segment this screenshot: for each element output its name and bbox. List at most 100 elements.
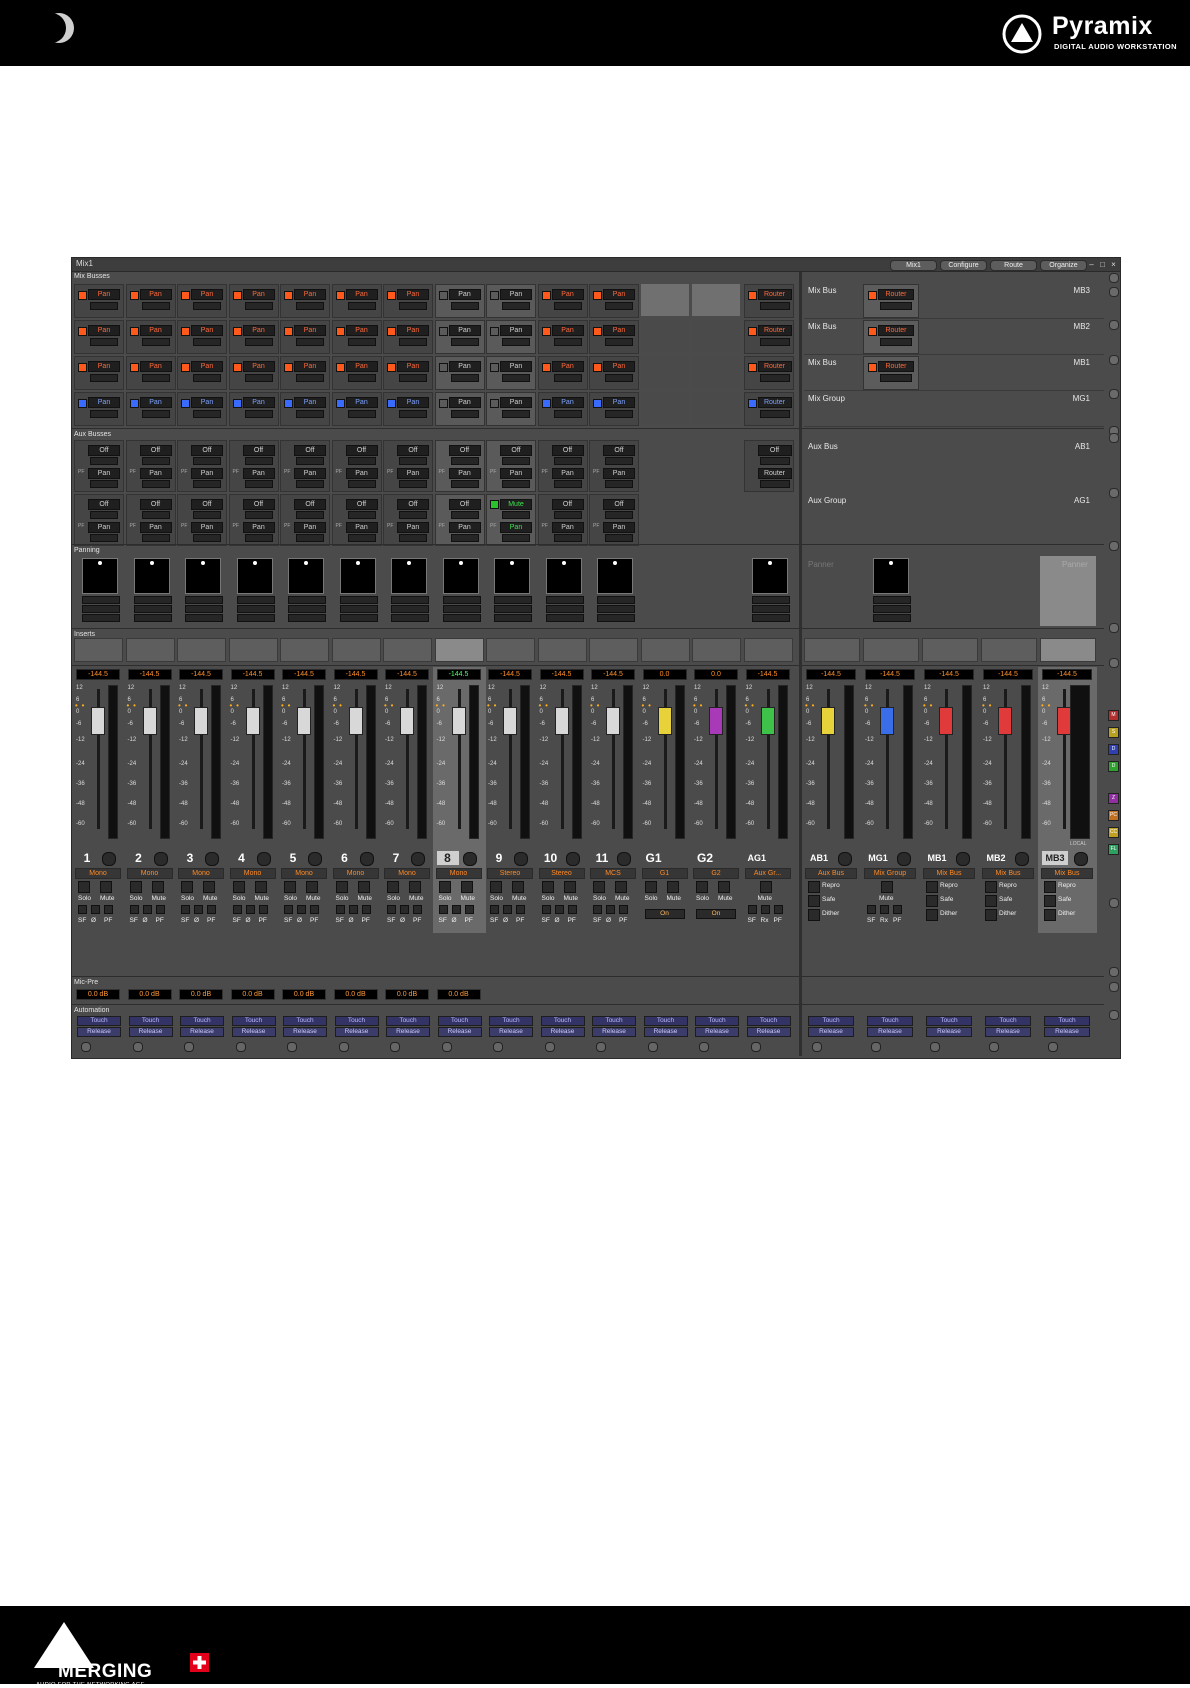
aux-pan-knob[interactable] <box>90 480 118 488</box>
automation-release-button[interactable]: Release <box>437 1027 482 1037</box>
mic-pre-gain[interactable]: 0.0 dB <box>179 989 223 1000</box>
pan-button[interactable]: Pan <box>191 289 223 300</box>
pan-knob[interactable] <box>244 302 273 310</box>
aux-pan-knob[interactable] <box>347 480 376 488</box>
aux-pan-knob[interactable] <box>244 480 273 488</box>
insert-slot[interactable] <box>692 638 741 662</box>
mute-button[interactable] <box>409 881 421 893</box>
minimize-icon[interactable]: – <box>1087 260 1096 269</box>
safe-button[interactable] <box>926 895 938 907</box>
side-toolbar-icon[interactable]: M <box>1108 710 1119 721</box>
automation-touch-button[interactable]: Touch <box>746 1016 791 1026</box>
solo-button[interactable] <box>696 881 708 893</box>
solo-button[interactable] <box>644 881 657 893</box>
aux-router-button[interactable]: Router <box>757 468 792 479</box>
strip-option-button[interactable] <box>297 905 306 914</box>
automation-release-button[interactable]: Release <box>386 1027 430 1037</box>
aux-pan-button[interactable]: Pan <box>294 468 326 479</box>
strip-option-button[interactable] <box>413 905 422 914</box>
bus-led[interactable] <box>129 399 139 408</box>
record-arm-button[interactable] <box>1074 852 1088 866</box>
pan-knob[interactable] <box>347 374 376 382</box>
bus-led[interactable] <box>181 291 190 300</box>
automation-touch-button[interactable]: Touch <box>489 1016 533 1026</box>
pan-button[interactable]: Pan <box>603 397 635 408</box>
pan-param-slider[interactable] <box>391 596 429 604</box>
pan-knob[interactable] <box>553 302 582 310</box>
pan-param-slider[interactable] <box>597 596 635 604</box>
bus-led[interactable] <box>181 363 190 372</box>
tab-route[interactable]: Route <box>990 260 1037 271</box>
panner-box[interactable] <box>442 558 479 594</box>
insert-slot[interactable] <box>1040 638 1096 662</box>
strip-status-icon[interactable] <box>596 1042 606 1052</box>
aux-pan-knob[interactable] <box>296 534 324 542</box>
pan-button[interactable]: Pan <box>345 361 378 372</box>
strip-option-button[interactable] <box>773 905 783 914</box>
bus-led[interactable] <box>541 363 551 372</box>
automation-release-button[interactable]: Release <box>283 1027 327 1037</box>
aux-off-button[interactable]: Off <box>294 499 326 510</box>
aux-pan-knob[interactable] <box>399 534 427 542</box>
fader-handle[interactable] <box>998 707 1012 735</box>
aux-pan-button[interactable]: Pan <box>397 522 429 533</box>
aux-level-knob[interactable] <box>90 457 118 465</box>
pan-knob[interactable] <box>296 374 324 382</box>
pan-param-slider[interactable] <box>391 614 429 622</box>
mute-button[interactable] <box>306 881 318 893</box>
pan-button[interactable]: Pan <box>397 289 429 300</box>
strip-option-button[interactable] <box>760 905 770 914</box>
panner-box[interactable] <box>391 558 427 594</box>
bus-led[interactable] <box>284 399 293 408</box>
pan-position-dot[interactable] <box>767 561 772 565</box>
automation-release-button[interactable]: Release <box>334 1027 379 1037</box>
automation-touch-button[interactable]: Touch <box>180 1016 224 1026</box>
automation-touch-button[interactable]: Touch <box>867 1016 913 1026</box>
aux-pan-button[interactable]: Pan <box>500 468 532 479</box>
automation-release-button[interactable]: Release <box>540 1027 585 1037</box>
insert-slot[interactable] <box>486 638 535 662</box>
strip-status-icon[interactable] <box>493 1042 503 1052</box>
pan-button[interactable]: Pan <box>603 325 635 336</box>
section-toggle-icon[interactable] <box>1109 355 1119 365</box>
record-arm-button[interactable] <box>462 852 477 866</box>
strip-option-button[interactable] <box>400 905 409 914</box>
pan-button[interactable]: Pan <box>448 289 481 300</box>
solo-button[interactable] <box>181 881 193 893</box>
strip-status-icon[interactable] <box>390 1042 400 1052</box>
pan-param-slider[interactable] <box>185 614 223 622</box>
insert-slot[interactable] <box>589 638 638 662</box>
aux-pan-button[interactable]: Pan <box>345 522 378 533</box>
bus-led[interactable] <box>438 399 448 408</box>
mute-button[interactable] <box>100 881 112 893</box>
automation-touch-button[interactable]: Touch <box>592 1016 636 1026</box>
aux-level-knob[interactable] <box>244 511 273 519</box>
strip-status-icon[interactable] <box>235 1042 246 1052</box>
fader-handle[interactable] <box>760 707 775 735</box>
panner-box[interactable] <box>751 558 788 594</box>
pan-knob[interactable] <box>296 410 324 418</box>
pan-param-slider[interactable] <box>494 614 532 622</box>
pan-knob[interactable] <box>244 338 273 346</box>
bus-router-led[interactable] <box>868 291 877 300</box>
pan-knob[interactable] <box>296 338 324 346</box>
strip-option-button[interactable] <box>361 905 371 914</box>
strip-status-icon[interactable] <box>871 1042 881 1052</box>
automation-release-button[interactable]: Release <box>867 1027 913 1037</box>
automation-touch-button[interactable]: Touch <box>985 1016 1031 1026</box>
pan-button[interactable]: Pan <box>551 289 584 300</box>
side-toolbar-icon[interactable]: S <box>1108 727 1119 738</box>
pan-button[interactable]: Pan <box>603 361 635 372</box>
fader-handle[interactable] <box>939 707 953 735</box>
bus-led[interactable] <box>541 327 551 336</box>
bus-led[interactable] <box>232 363 242 372</box>
strip-status-icon[interactable] <box>1048 1042 1058 1052</box>
strip-option-button[interactable] <box>464 905 474 914</box>
aux-level-knob[interactable] <box>193 457 221 465</box>
solo-button[interactable] <box>541 881 554 893</box>
solo-button[interactable] <box>490 881 502 893</box>
record-arm-button[interactable] <box>205 852 219 866</box>
aux-pan-knob[interactable] <box>296 480 324 488</box>
automation-touch-button[interactable]: Touch <box>926 1016 972 1026</box>
aux-pan-knob[interactable] <box>193 480 221 488</box>
